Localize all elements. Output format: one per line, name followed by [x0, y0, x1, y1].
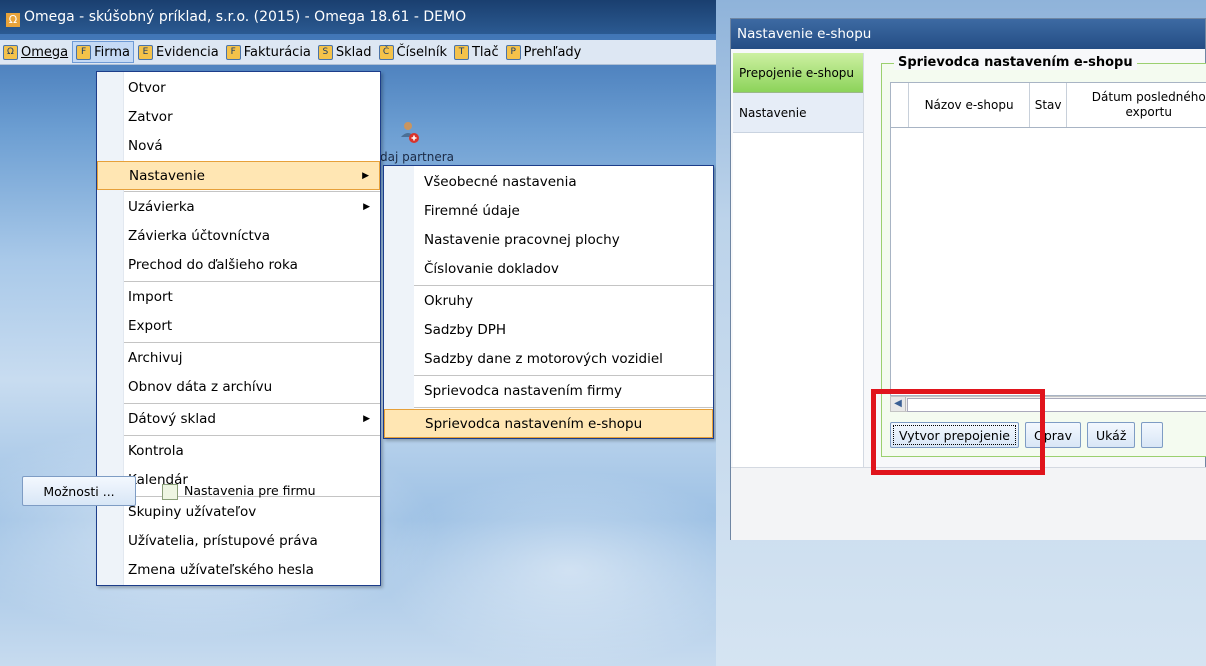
menu-item-uzivatelia[interactable]: Užívatelia, prístupové práva: [97, 527, 380, 556]
show-button[interactable]: Ukáž: [1086, 422, 1136, 448]
menu-item-sprievodca-firmy[interactable]: Sprievodca nastavením firmy: [384, 377, 713, 406]
tab-nastavenie[interactable]: Nastavenie: [733, 93, 863, 133]
menu-item-prechod-do-dalsieho-roka[interactable]: Prechod do ďalšieho roka: [97, 251, 380, 280]
evidencia-icon: E: [138, 44, 154, 60]
menu-fakturacia[interactable]: F Fakturácia: [223, 41, 314, 63]
menu-item-sadzby-dane[interactable]: Sadzby dane z motorových vozidiel: [384, 345, 713, 374]
annotation-highlight-box: [871, 389, 1045, 475]
company-settings-checkbox[interactable]: [162, 484, 178, 500]
row-indicator-header: [891, 83, 910, 127]
menu-item-label: Dátový sklad: [128, 411, 216, 427]
menu-item-firemne-udaje[interactable]: Firemné údaje: [384, 197, 713, 226]
menu-label: Firma: [94, 44, 131, 60]
menu-item-nastavenie-plochy[interactable]: Nastavenie pracovnej plochy: [384, 226, 713, 255]
menu-item-skupiny-uzivatelov[interactable]: Skupiny užívateľov: [97, 498, 380, 527]
fakturacia-icon: F: [225, 44, 241, 60]
tab-prepojenie-eshopu[interactable]: Prepojenie e-shopu: [733, 53, 863, 93]
menu-tlac[interactable]: T Tlač: [451, 41, 502, 63]
firma-dropdown-menu: Otvor Zatvor Nová Nastavenie ▶ Uzávierka ▶…: [96, 71, 381, 586]
menu-ciselnik[interactable]: Č Číselník: [376, 41, 450, 63]
menu-label: Tlač: [471, 44, 499, 60]
menu-prehlady[interactable]: P Prehľady: [503, 41, 585, 63]
prehlady-icon: P: [505, 44, 521, 60]
menu-separator: [414, 285, 713, 286]
menu-separator: [124, 281, 380, 282]
menu-label: Číselník: [396, 44, 447, 60]
menu-label: Sklad: [335, 44, 372, 60]
menu-item-kontrola[interactable]: Kontrola: [97, 437, 380, 466]
ciselnik-icon: Č: [378, 44, 394, 60]
menu-sklad[interactable]: S Sklad: [315, 41, 375, 63]
menu-item-zmena-hesla[interactable]: Zmena užívateľského hesla: [97, 556, 380, 585]
menu-item-cislovanie-dokladov[interactable]: Číslovanie dokladov: [384, 255, 713, 284]
submenu-arrow-icon: ▶: [363, 202, 370, 212]
truncated-button[interactable]: [1141, 422, 1164, 448]
menu-separator: [124, 435, 380, 436]
column-header-stav[interactable]: Stav: [1030, 83, 1068, 127]
menu-label: Omega: [21, 44, 69, 60]
menu-label: Prehľady: [523, 44, 582, 60]
menu-item-vseobecne-nastavenia[interactable]: Všeobecné nastavenia: [384, 168, 713, 197]
menu-separator: [124, 342, 380, 343]
sklad-icon: S: [317, 44, 333, 60]
dialog-footer: [731, 467, 1206, 540]
dialog-side-tabs: Prepojenie e-shopu Nastavenie: [733, 53, 864, 467]
menu-item-sadzby-dph[interactable]: Sadzby DPH: [384, 316, 713, 345]
group-title: Sprievodca nastavením e-shopu: [894, 55, 1137, 70]
company-settings-label: Nastavenia pre firmu: [184, 483, 316, 498]
omega-logo-icon: Ω: [6, 13, 20, 27]
nastavenie-submenu: Všeobecné nastavenia Firemné údaje Nasta…: [383, 165, 714, 439]
menu-item-zatvor[interactable]: Zatvor: [97, 103, 380, 132]
menu-label: Fakturácia: [243, 44, 311, 60]
menu-separator: [124, 403, 380, 404]
menu-item-nastavenie[interactable]: Nastavenie ▶: [97, 161, 380, 190]
menu-bar: Ω Omega F Firma E Evidencia F Fakturácia…: [0, 40, 716, 65]
omega-icon: Ω: [3, 44, 18, 60]
menu-evidencia[interactable]: E Evidencia: [135, 41, 222, 63]
window-titlebar: Ω Omega - skúšobný príklad, s.r.o. (2015)…: [0, 0, 716, 34]
column-header-nazov[interactable]: Názov e-shopu: [909, 83, 1030, 127]
dialog-title: Nastavenie e-shopu: [731, 19, 1205, 49]
tlac-icon: T: [453, 44, 469, 60]
menu-separator: [414, 375, 713, 376]
menu-item-nova[interactable]: Nová: [97, 132, 380, 161]
submenu-arrow-icon: ▶: [363, 414, 370, 424]
window-title: Omega - skúšobný príklad, s.r.o. (2015) …: [24, 9, 467, 25]
menu-item-obnov-data[interactable]: Obnov dáta z archívu: [97, 373, 380, 402]
menu-separator: [124, 191, 380, 192]
options-button[interactable]: Možnosti ...: [22, 476, 136, 506]
menu-item-label: Nastavenie: [129, 168, 205, 184]
firma-icon: F: [76, 44, 92, 60]
menu-item-otvor[interactable]: Otvor: [97, 74, 380, 103]
table-header: Názov e-shopu Stav Dátum posledného expo…: [891, 83, 1206, 128]
menu-firma[interactable]: F Firma: [72, 41, 135, 63]
menu-item-label: Uzávierka: [128, 199, 195, 215]
menu-item-export[interactable]: Export: [97, 312, 380, 341]
menu-separator: [414, 407, 713, 408]
menu-item-zavierka-uctovnictva[interactable]: Závierka účtovníctva: [97, 222, 380, 251]
menu-item-sprievodca-eshopu[interactable]: Sprievodca nastavením e-shopu: [384, 409, 713, 438]
menu-item-okruhy[interactable]: Okruhy: [384, 287, 713, 316]
menu-label: Evidencia: [156, 44, 219, 60]
submenu-arrow-icon: ▶: [362, 171, 369, 181]
menu-item-archivuj[interactable]: Archivuj: [97, 344, 380, 373]
eshop-table[interactable]: Názov e-shopu Stav Dátum posledného expo…: [890, 82, 1206, 396]
menu-item-import[interactable]: Import: [97, 283, 380, 312]
menu-item-uzavierka[interactable]: Uzávierka ▶: [97, 193, 380, 222]
column-header-datum[interactable]: Dátum posledného exportu: [1067, 83, 1206, 127]
add-partner-label[interactable]: daj partnera: [380, 150, 454, 164]
add-partner-icon[interactable]: [400, 120, 420, 144]
menu-item-datovy-sklad[interactable]: Dátový sklad ▶: [97, 405, 380, 434]
menu-omega[interactable]: Ω Omega: [0, 41, 71, 63]
